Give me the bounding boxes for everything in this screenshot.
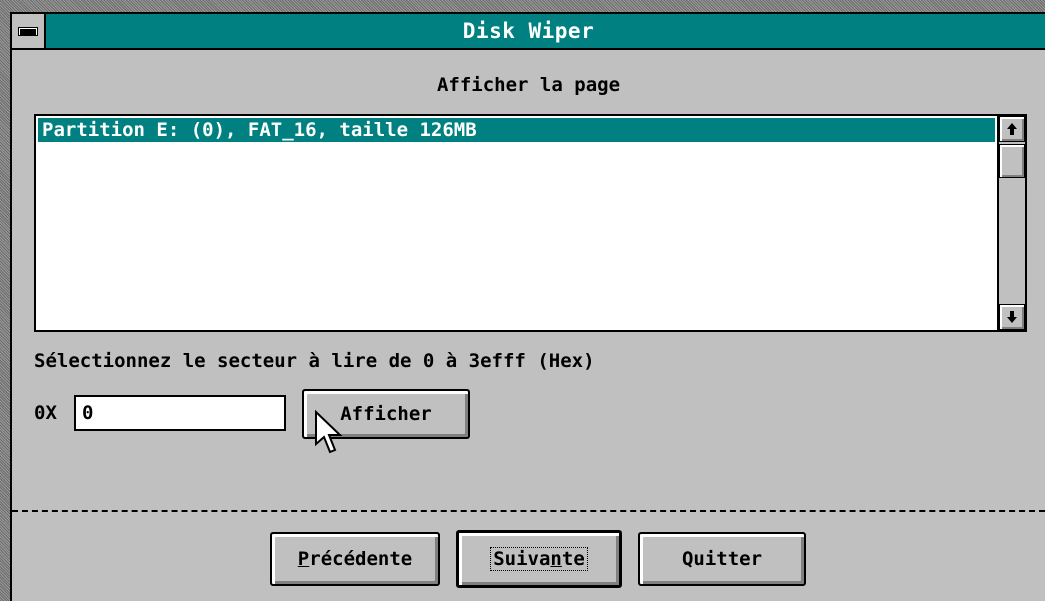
previous-button-label: Précédente bbox=[297, 548, 413, 570]
mouse-pointer-icon bbox=[315, 410, 343, 454]
partition-listbox[interactable]: Partition E: (0), FAT_16, taille 126MB bbox=[34, 114, 1027, 332]
sector-label: Sélectionnez le secteur à lire de 0 à 3e… bbox=[34, 350, 595, 372]
list-item[interactable]: Partition E: (0), FAT_16, taille 126MB bbox=[38, 118, 995, 142]
next-button-label: Suivante bbox=[490, 547, 588, 571]
afficher-button-label: Afficher bbox=[340, 403, 432, 425]
sector-input[interactable] bbox=[74, 395, 286, 431]
separator-line bbox=[12, 510, 1045, 512]
page-heading: Afficher la page bbox=[436, 74, 621, 96]
quit-button-label: Quitter bbox=[681, 548, 763, 570]
title-bar[interactable]: Disk Wiper bbox=[12, 14, 1045, 50]
window-title: Disk Wiper bbox=[462, 19, 595, 43]
disk-wiper-window: Disk Wiper Afficher la page Partition E:… bbox=[10, 12, 1045, 601]
next-button[interactable]: Suivante bbox=[456, 530, 622, 588]
hex-prefix-label: 0X bbox=[34, 402, 57, 424]
arrow-up-icon bbox=[1007, 123, 1017, 135]
system-menu-button[interactable] bbox=[12, 14, 46, 48]
quit-button[interactable]: Quitter bbox=[638, 532, 806, 586]
scroll-up-button[interactable] bbox=[999, 116, 1025, 142]
scroll-down-button[interactable] bbox=[999, 304, 1025, 330]
minus-icon bbox=[18, 26, 38, 36]
scroll-thumb[interactable] bbox=[999, 144, 1025, 178]
arrow-down-icon bbox=[1007, 311, 1017, 323]
previous-button[interactable]: Précédente bbox=[270, 532, 440, 586]
vertical-scrollbar[interactable] bbox=[997, 116, 1025, 330]
